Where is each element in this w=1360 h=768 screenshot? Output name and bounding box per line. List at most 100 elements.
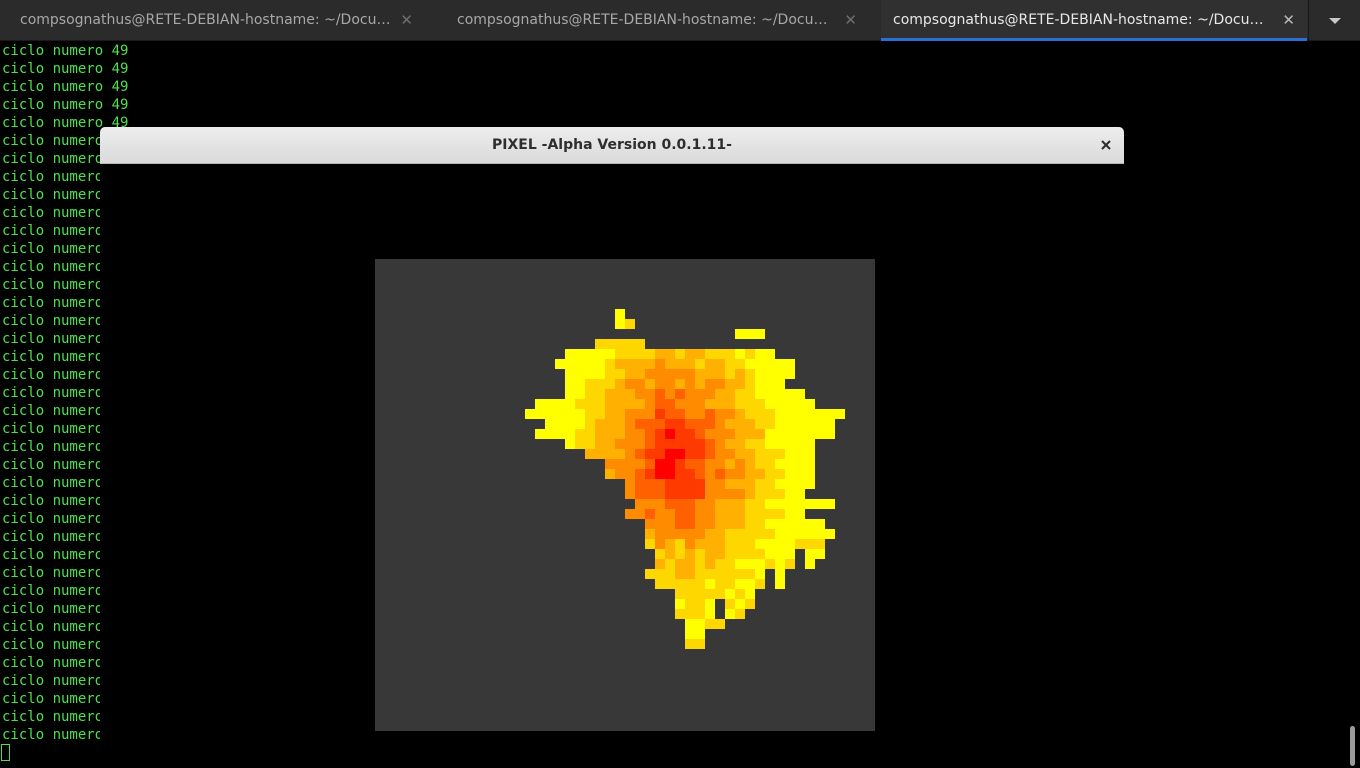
pixel-cell [745, 369, 755, 379]
tab-label: compsognathus@RETE-DEBIAN-hostname: ~/Do… [20, 12, 398, 28]
pixel-cell [655, 509, 665, 519]
pixel-cell [745, 599, 755, 609]
tab-terminal-3[interactable]: compsognathus@RETE-DEBIAN-hostname: ~/Do… [881, 0, 1307, 41]
pixel-cell [775, 359, 785, 369]
pixel-cell [755, 399, 765, 409]
pixel-cell [605, 359, 615, 369]
pixel-cell [685, 549, 695, 559]
pixel-cell [635, 479, 645, 489]
pixel-cell [665, 379, 675, 389]
pixel-cell [795, 519, 805, 529]
close-icon[interactable]: ✕ [844, 0, 857, 40]
pixel-cell [795, 399, 805, 409]
pixel-cell [565, 359, 575, 369]
pixel-cell [635, 489, 645, 499]
pixel-cell [645, 539, 655, 549]
pixel-cell [665, 489, 675, 499]
pixel-cell [535, 429, 545, 439]
pixel-cell [585, 359, 595, 369]
pixel-cell [675, 489, 685, 499]
pixel-cell [675, 539, 685, 549]
pixel-cell [705, 379, 715, 389]
tab-terminal-2[interactable]: compsognathus@RETE-DEBIAN-hostname: ~/Do… [437, 0, 881, 41]
pixel-cell [625, 449, 635, 459]
pixel-cell [705, 529, 715, 539]
pixel-cell [625, 459, 635, 469]
pixel-cell [635, 419, 645, 429]
pixel-cell [695, 599, 705, 609]
pixel-cell [615, 369, 625, 379]
pixel-cell [795, 469, 805, 479]
pixel-cell [665, 449, 675, 459]
pixel-cell [785, 399, 795, 409]
pixel-cell [815, 549, 825, 559]
pixel-cell [785, 459, 795, 469]
pixel-cell [695, 539, 705, 549]
pixel-cell [625, 479, 635, 489]
pixel-cell [685, 589, 695, 599]
pixel-cell [605, 379, 615, 389]
pixel-cell [735, 469, 745, 479]
pixel-cell [625, 369, 635, 379]
pixel-cell [755, 389, 765, 399]
tab-terminal-1[interactable]: compsognathus@RETE-DEBIAN-hostname: ~/Do… [0, 0, 437, 41]
pixel-cell [805, 519, 815, 529]
window-body [100, 164, 1124, 768]
close-icon[interactable]: ✕ [400, 0, 413, 40]
pixel-cell [725, 409, 735, 419]
pixel-cell [705, 539, 715, 549]
pixel-cell [685, 399, 695, 409]
pixel-cell [575, 359, 585, 369]
window-titlebar[interactable]: PIXEL -Alpha Version 0.0.1.11- [100, 127, 1124, 164]
pixel-cell [645, 369, 655, 379]
pixel-cell [755, 519, 765, 529]
pixel-cell [565, 399, 575, 409]
pixel-cell [685, 629, 695, 639]
pixel-cell [715, 559, 725, 569]
pixel-cell [725, 579, 735, 589]
pixel-cell [745, 519, 755, 529]
pixel-cell [625, 489, 635, 499]
pixel-cell [745, 429, 755, 439]
pixel-cell [655, 559, 665, 569]
tab-menu-button[interactable] [1308, 0, 1360, 41]
pixel-cell [675, 589, 685, 599]
pixel-cell [625, 409, 635, 419]
pixel-cell [755, 459, 765, 469]
pixel-cell [765, 539, 775, 549]
pixel-cell [745, 559, 755, 569]
terminal-line: ciclo numero 49 [2, 61, 129, 77]
pixel-cell [685, 469, 695, 479]
pixel-cell [585, 439, 595, 449]
pixel-cell [695, 409, 705, 419]
pixel-cell [655, 399, 665, 409]
pixel-cell [785, 559, 795, 569]
scrollbar-thumb[interactable] [1350, 726, 1355, 766]
pixel-cell [805, 479, 815, 489]
pixel-cell [745, 529, 755, 539]
pixel-cell [525, 409, 535, 419]
pixel-cell [805, 499, 815, 509]
pixel-cell [555, 399, 565, 409]
pixel-cell [805, 439, 815, 449]
close-icon[interactable]: ✕ [1282, 0, 1295, 40]
window-close-button[interactable] [1096, 135, 1116, 155]
pixel-cell [605, 339, 615, 349]
terminal-scrollbar[interactable] [1346, 41, 1360, 768]
pixel-cell [565, 379, 575, 389]
pixel-cell [655, 549, 665, 559]
pixel-cell [775, 579, 785, 589]
pixel-cell [805, 449, 815, 459]
pixel-cell [715, 379, 725, 389]
pixel-canvas[interactable] [375, 259, 875, 731]
pixel-cell [755, 429, 765, 439]
pixel-cell [725, 369, 735, 379]
pixel-cell [765, 349, 775, 359]
pixel-cell [785, 549, 795, 559]
pixel-cell [575, 429, 585, 439]
pixel-cell [645, 519, 655, 529]
pixel-cell [805, 549, 815, 559]
pixel-cell [715, 399, 725, 409]
pixel-cell [695, 549, 705, 559]
pixel-cell [705, 599, 715, 609]
